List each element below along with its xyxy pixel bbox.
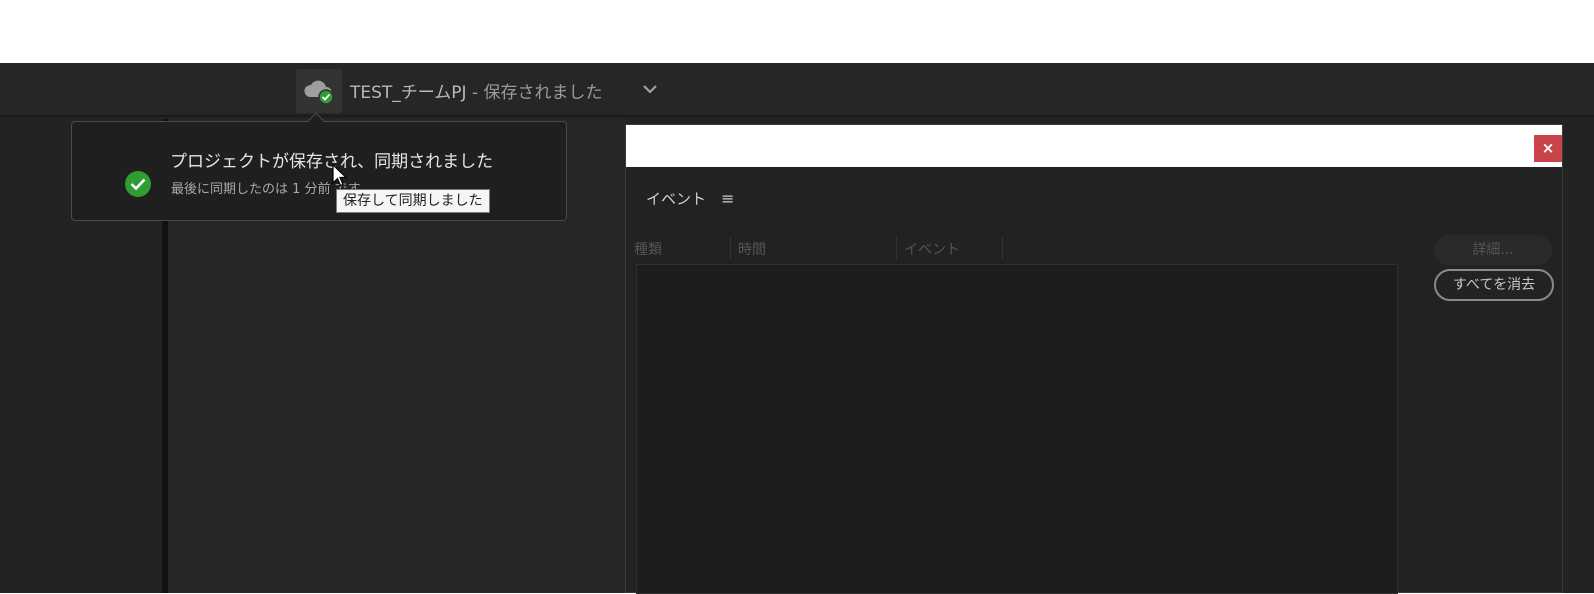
sync-status-popover: プロジェクトが保存され、同期されました 最後に同期したのは 1 分前 です。 (71, 112, 567, 221)
sync-tooltip: 保存して同期しました (336, 189, 490, 213)
column-divider[interactable] (1002, 237, 1003, 259)
details-button[interactable]: 詳細... (1434, 235, 1552, 265)
cloud-sync-button[interactable] (296, 69, 342, 113)
clear-all-button[interactable]: すべてを消去 (1434, 269, 1554, 301)
project-title: TEST_チームPJ - 保存されました (350, 78, 603, 103)
mouse-cursor-icon (332, 164, 348, 187)
column-header-event[interactable]: イベント (904, 239, 960, 259)
column-header-time[interactable]: 時間 (738, 239, 766, 259)
app-window: TEST_チームPJ - 保存されました プロジェクトが保存され、同期されました… (0, 63, 1594, 594)
events-table[interactable] (636, 264, 1398, 594)
header-bar: TEST_チームPJ - 保存されました (0, 63, 1594, 117)
column-divider[interactable] (730, 237, 731, 259)
top-white-area (0, 0, 1594, 63)
column-header-type[interactable]: 種類 (634, 239, 662, 259)
column-divider[interactable] (896, 237, 897, 259)
events-dialog: × イベント ≡ 種類 時間 イベント 詳細... すべてを消去 (625, 124, 1563, 594)
chevron-down-icon[interactable] (640, 79, 660, 99)
close-button[interactable]: × (1534, 135, 1562, 162)
dialog-titlebar[interactable] (626, 125, 1562, 167)
save-status: - 保存されました (466, 83, 603, 103)
project-name: TEST_チームPJ (350, 83, 467, 103)
cloud-check-icon (304, 80, 334, 105)
check-circle-icon (125, 171, 151, 197)
hamburger-menu-icon[interactable]: ≡ (721, 189, 734, 208)
events-panel-title: イベント (646, 190, 707, 208)
